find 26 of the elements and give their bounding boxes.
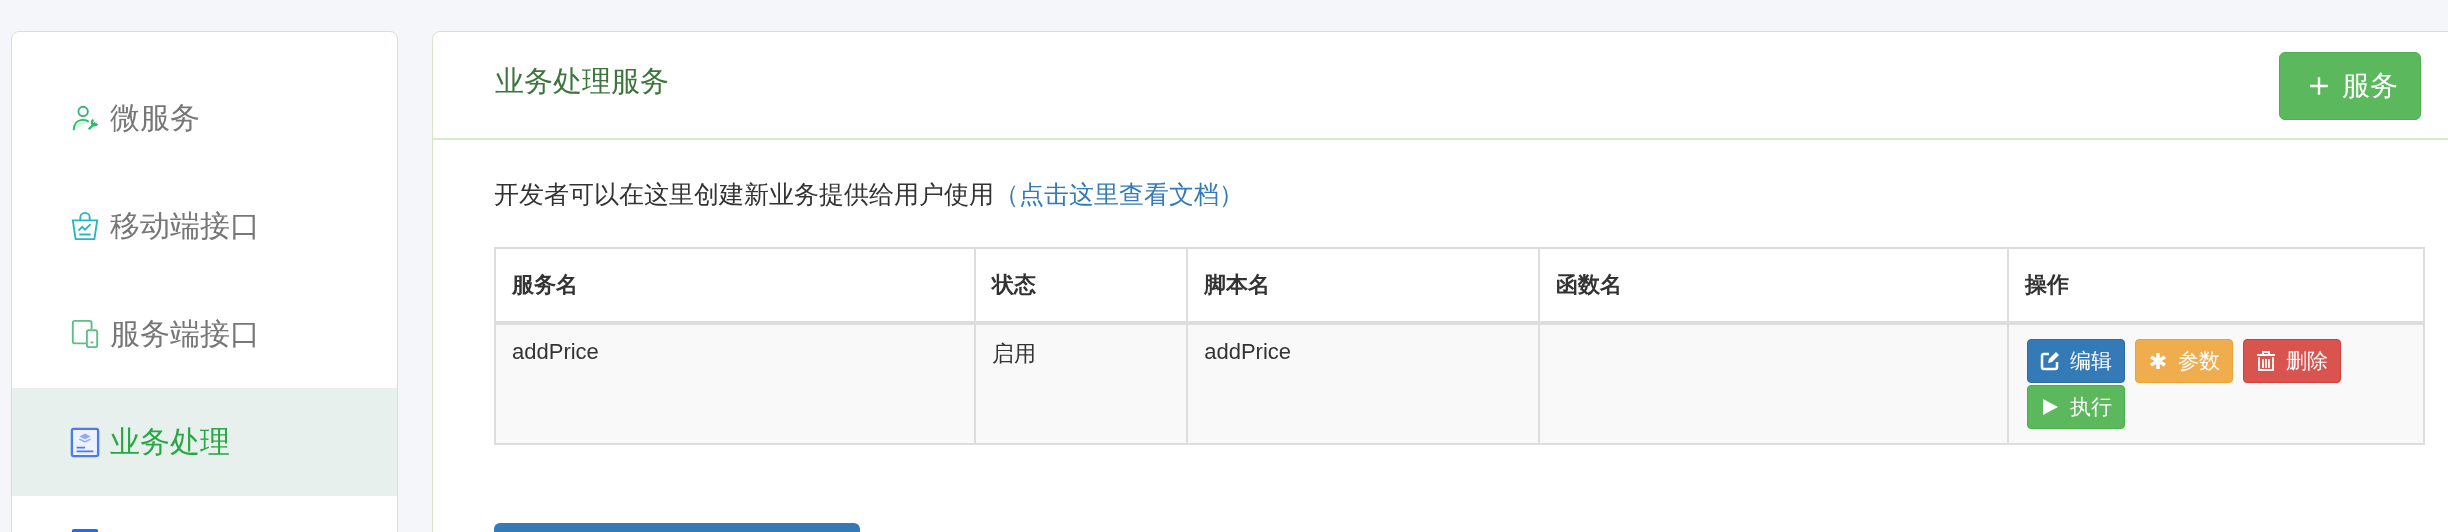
- table-cell: 启用: [974, 323, 1188, 444]
- sidebar-item[interactable]: 服务端接口: [12, 280, 397, 388]
- table-cell: addPrice: [495, 323, 975, 444]
- sidebar-item[interactable]: 移动端接口: [12, 172, 397, 280]
- panel-title: 业务处理服务: [495, 64, 669, 99]
- sidebar-label: 业务处理: [110, 423, 230, 460]
- description-text: 开发者可以在这里创建新业务提供给用户使用: [494, 180, 994, 208]
- document-icon: [70, 426, 100, 458]
- sidebar-item[interactable]: 业务处理: [12, 388, 397, 496]
- edit-button[interactable]: 编辑: [2027, 339, 2125, 383]
- play-icon: [2040, 397, 2060, 417]
- shopping-bag-icon: [70, 210, 100, 242]
- sidebar-label: 移动端接口: [110, 207, 260, 244]
- docs-link[interactable]: （点击这里查看文档）: [994, 180, 1244, 208]
- run-button[interactable]: 执行: [2027, 385, 2125, 429]
- delete-button[interactable]: 删除: [2243, 339, 2341, 383]
- sidebar-item[interactable]: 微服务: [12, 64, 397, 172]
- plus-icon: [2308, 75, 2330, 97]
- trash-icon: [2256, 351, 2276, 371]
- sidebar-label: 服务端接口: [110, 315, 260, 352]
- table-cell: addPrice: [1187, 323, 1539, 444]
- devices-icon: [70, 318, 100, 350]
- asterisk-icon: [2148, 351, 2168, 371]
- add-service-button[interactable]: 服务: [2279, 52, 2421, 120]
- edit-icon: [2040, 351, 2060, 371]
- sidebar-label: 微服务: [110, 99, 200, 136]
